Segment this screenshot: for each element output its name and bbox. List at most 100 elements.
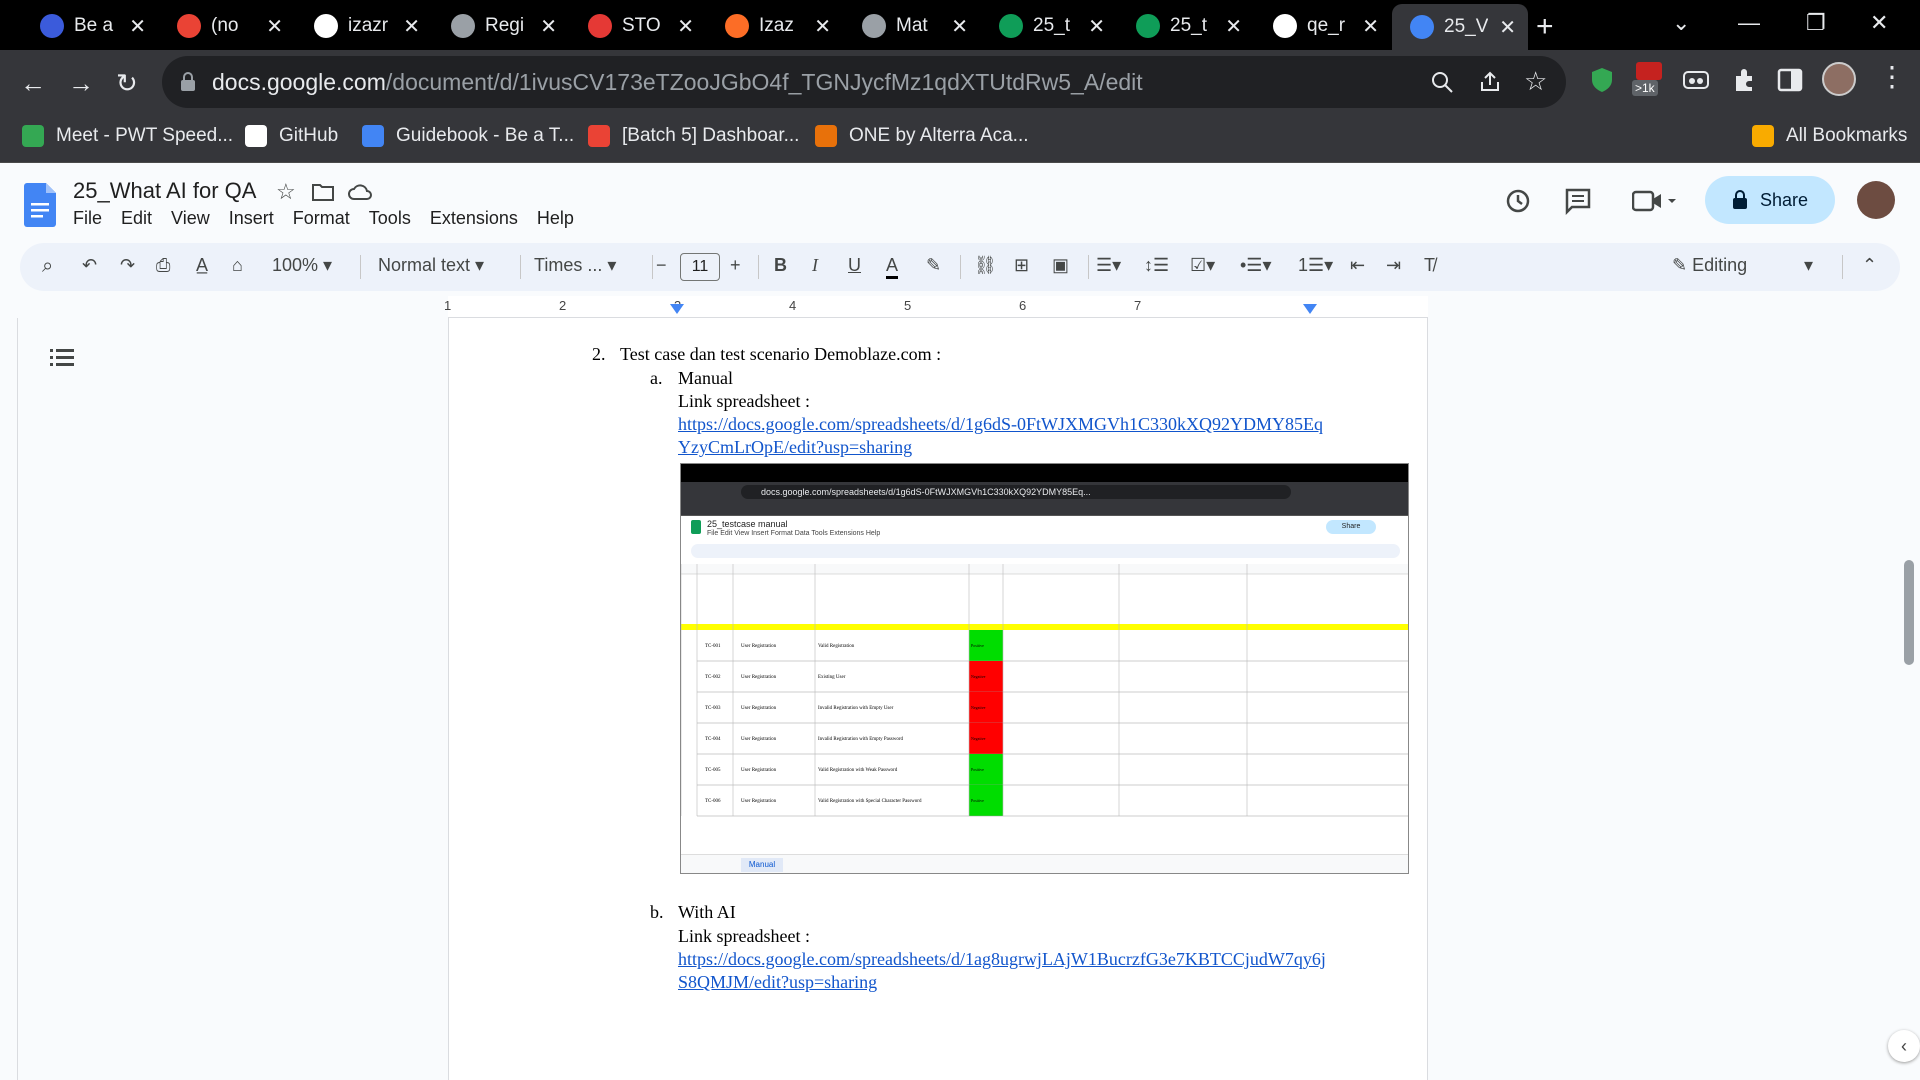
browser-menu-icon[interactable]: ⋮ bbox=[1878, 63, 1906, 91]
close-tab-icon[interactable]: ✕ bbox=[266, 14, 283, 39]
underline-icon[interactable]: U bbox=[848, 255, 861, 276]
browser-tab[interactable]: 25_V ✕ bbox=[1392, 4, 1528, 50]
menu-help[interactable]: Help bbox=[537, 208, 574, 229]
add-comment-icon[interactable]: ⊞ bbox=[1014, 255, 1029, 276]
comments-icon[interactable] bbox=[1564, 187, 1592, 215]
address-bar[interactable]: docs.google.com/document/d/1ivusCV173eTZ… bbox=[162, 56, 1566, 108]
align-icon[interactable]: ☰▾ bbox=[1096, 255, 1121, 276]
all-bookmarks[interactable]: All Bookmarks bbox=[1752, 125, 1907, 147]
bookmark-item[interactable]: Guidebook - Be a T... bbox=[362, 125, 574, 147]
minimize-button[interactable]: — bbox=[1738, 10, 1760, 36]
menu-file[interactable]: File bbox=[73, 208, 102, 229]
decrease-font-size-icon[interactable]: − bbox=[656, 255, 667, 276]
reader-extension-icon[interactable] bbox=[1682, 66, 1710, 94]
browser-tab[interactable]: Mat ✕ bbox=[844, 6, 980, 46]
star-icon[interactable]: ☆ bbox=[276, 179, 296, 205]
font-size-input[interactable]: 11 bbox=[680, 253, 720, 281]
side-panel-icon[interactable] bbox=[1776, 66, 1804, 94]
numbered-list-icon[interactable]: 1☰▾ bbox=[1298, 255, 1333, 276]
increase-font-size-icon[interactable]: + bbox=[730, 255, 741, 276]
text-color-icon[interactable]: A bbox=[886, 255, 899, 279]
manual-spreadsheet-link-cont[interactable]: YzyCmLrOpE/edit?usp=sharing bbox=[678, 437, 912, 458]
font-select[interactable]: Times ... ▾ bbox=[534, 255, 644, 276]
undo-icon[interactable]: ↶ bbox=[82, 255, 97, 276]
mode-dropdown-icon[interactable]: ▾ bbox=[1804, 255, 1813, 276]
bookmark-item[interactable]: ONE by Alterra Aca... bbox=[815, 125, 1029, 147]
close-tab-icon[interactable]: ✕ bbox=[1362, 14, 1379, 39]
meet-icon[interactable] bbox=[1632, 189, 1676, 213]
redo-icon[interactable]: ↷ bbox=[120, 255, 135, 276]
close-tab-icon[interactable]: ✕ bbox=[540, 14, 557, 39]
vertical-scrollbar[interactable] bbox=[1904, 560, 1914, 665]
version-history-icon[interactable] bbox=[1504, 187, 1532, 215]
close-tab-icon[interactable]: ✕ bbox=[951, 14, 968, 39]
editing-mode-select[interactable]: ✎ Editing bbox=[1672, 255, 1747, 276]
menu-edit[interactable]: Edit bbox=[121, 208, 152, 229]
search-menus-icon[interactable]: ⌕ bbox=[42, 255, 53, 278]
extensions-puzzle-icon[interactable] bbox=[1730, 66, 1758, 94]
new-tab-button[interactable]: + bbox=[1536, 10, 1554, 44]
share-page-icon[interactable] bbox=[1478, 70, 1502, 94]
bulleted-list-icon[interactable]: •☰▾ bbox=[1240, 255, 1271, 276]
close-tab-icon[interactable]: ✕ bbox=[1088, 14, 1105, 39]
menu-insert[interactable]: Insert bbox=[229, 208, 274, 229]
close-window-button[interactable]: ✕ bbox=[1870, 10, 1888, 36]
insert-image-icon[interactable]: ▣ bbox=[1052, 255, 1069, 276]
browser-tab[interactable]: Izaz ✕ bbox=[707, 6, 843, 46]
shield-extension-icon[interactable] bbox=[1588, 66, 1616, 94]
checklist-icon[interactable]: ☑▾ bbox=[1190, 255, 1215, 276]
line-spacing-icon[interactable]: ↕☰ bbox=[1144, 255, 1169, 276]
document-outline-icon[interactable] bbox=[50, 348, 74, 368]
browser-tab[interactable]: (no ✕ bbox=[159, 6, 295, 46]
tab-search-icon[interactable]: ⌄ bbox=[1672, 10, 1690, 36]
manual-spreadsheet-link[interactable]: https://docs.google.com/spreadsheets/d/1… bbox=[678, 414, 1323, 435]
close-tab-icon[interactable]: ✕ bbox=[403, 14, 420, 39]
side-panel-toggle-icon[interactable]: ‹ bbox=[1888, 1030, 1920, 1062]
browser-tab[interactable]: 25_t ✕ bbox=[981, 6, 1117, 46]
browser-tab[interactable]: 25_t ✕ bbox=[1118, 6, 1254, 46]
left-indent-marker[interactable] bbox=[670, 304, 684, 314]
hide-menus-icon[interactable]: ⌃ bbox=[1862, 255, 1877, 276]
forward-icon[interactable]: → bbox=[68, 70, 94, 96]
menu-extensions[interactable]: Extensions bbox=[430, 208, 518, 229]
clear-formatting-icon[interactable]: T̸ bbox=[1424, 255, 1435, 276]
close-tab-icon[interactable]: ✕ bbox=[1225, 14, 1242, 39]
account-avatar[interactable] bbox=[1857, 181, 1895, 219]
bookmark-item[interactable]: Meet - PWT Speed... bbox=[22, 125, 233, 147]
increase-indent-icon[interactable]: ⇥ bbox=[1386, 255, 1401, 276]
zoom-select[interactable]: 100% ▾ bbox=[272, 255, 332, 276]
menu-tools[interactable]: Tools bbox=[369, 208, 411, 229]
restore-button[interactable]: ❐ bbox=[1806, 10, 1826, 36]
move-folder-icon[interactable] bbox=[312, 183, 334, 201]
zoom-icon[interactable] bbox=[1430, 70, 1454, 94]
ai-spreadsheet-link-cont[interactable]: S8QMJM/edit?usp=sharing bbox=[678, 972, 877, 993]
bookmark-star-icon[interactable]: ☆ bbox=[1524, 66, 1547, 97]
print-icon[interactable]: ⎙ bbox=[156, 255, 170, 276]
browser-tab[interactable]: izazr ✕ bbox=[296, 6, 432, 46]
style-select[interactable]: Normal text ▾ bbox=[378, 255, 508, 276]
decrease-indent-icon[interactable]: ⇤ bbox=[1350, 255, 1365, 276]
profile-avatar[interactable] bbox=[1822, 62, 1856, 96]
italic-icon[interactable]: I bbox=[812, 255, 818, 276]
close-tab-icon[interactable]: ✕ bbox=[1499, 15, 1516, 40]
embedded-spreadsheet-screenshot[interactable]: docs.google.com/spreadsheets/d/1g6dS-0Ft… bbox=[680, 463, 1409, 874]
right-indent-marker[interactable] bbox=[1303, 304, 1317, 314]
highlight-icon[interactable]: ✎ bbox=[926, 255, 941, 276]
insert-link-icon[interactable]: ⛓ bbox=[974, 255, 997, 276]
ai-spreadsheet-link[interactable]: https://docs.google.com/spreadsheets/d/1… bbox=[678, 949, 1326, 970]
browser-tab[interactable]: qe_r ✕ bbox=[1255, 6, 1391, 46]
bold-icon[interactable]: B bbox=[774, 255, 787, 276]
close-tab-icon[interactable]: ✕ bbox=[677, 14, 694, 39]
back-icon[interactable]: ← bbox=[20, 70, 46, 96]
close-tab-icon[interactable]: ✕ bbox=[129, 14, 146, 39]
close-tab-icon[interactable]: ✕ bbox=[814, 14, 831, 39]
docs-logo-icon[interactable] bbox=[24, 183, 56, 227]
menu-view[interactable]: View bbox=[171, 208, 210, 229]
menu-format[interactable]: Format bbox=[293, 208, 350, 229]
share-button[interactable]: Share bbox=[1705, 176, 1835, 224]
cloud-status-icon[interactable] bbox=[348, 183, 372, 201]
reload-icon[interactable]: ↻ bbox=[116, 70, 138, 96]
browser-tab[interactable]: Be a ✕ bbox=[22, 6, 158, 46]
bookmark-item[interactable]: GitHub bbox=[245, 125, 338, 147]
browser-tab[interactable]: STO ✕ bbox=[570, 6, 706, 46]
